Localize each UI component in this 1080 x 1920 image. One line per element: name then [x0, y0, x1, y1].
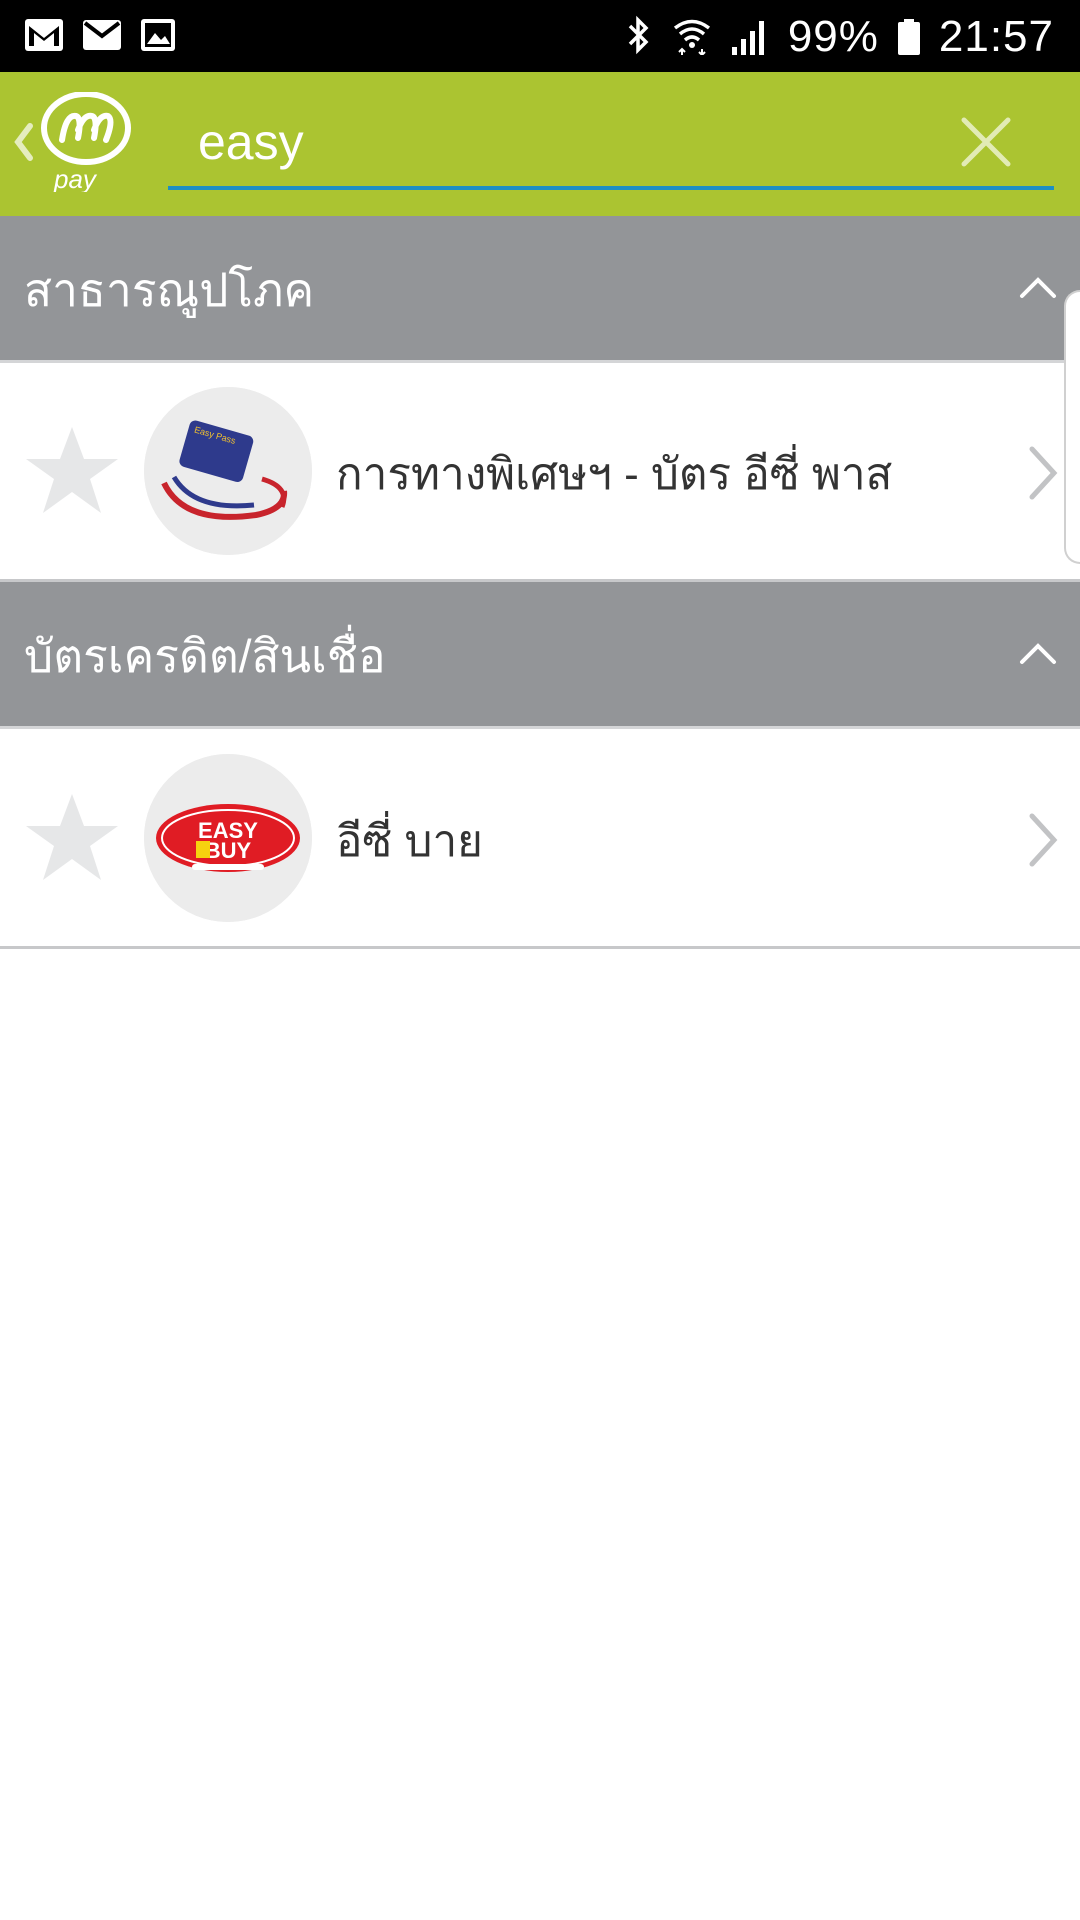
system-status: 99% 21:57	[624, 8, 1054, 66]
easy-buy-logo: EASY BUY	[144, 754, 312, 922]
favorite-star-icon[interactable]	[20, 423, 124, 519]
edge-panel-handle[interactable]	[1064, 290, 1080, 564]
logo-text: pay	[53, 164, 98, 192]
item-label: การทางพิเศษฯ - บัตร อีซี่ พาส	[336, 450, 893, 499]
section-title: สาธารณูปโภค	[24, 264, 315, 316]
notification-icons	[24, 18, 176, 56]
easy-pass-card-icon: Easy Pass	[144, 387, 312, 555]
clear-search-button[interactable]	[958, 114, 1014, 170]
section-title: บัตรเครดิต/สินเชื่อ	[24, 630, 386, 682]
back-chevron-icon[interactable]	[10, 112, 34, 176]
battery-percent: 99%	[787, 12, 879, 61]
section-header-utilities[interactable]: สาธารณูปโภค	[0, 216, 1080, 363]
chevron-up-icon[interactable]	[1018, 634, 1058, 674]
list-item[interactable]: Easy Pass การทางพิเศษฯ - บัตร อีซี่ พาส	[0, 363, 1080, 582]
section-header-credit-cards[interactable]: บัตรเครดิต/สินเชื่อ	[0, 582, 1080, 729]
battery-icon	[897, 19, 921, 55]
bluetooth-icon	[624, 15, 654, 59]
mail-icon	[82, 18, 122, 56]
logo-line2: BUY	[205, 838, 252, 863]
wifi-icon	[672, 15, 712, 59]
search-box[interactable]	[168, 100, 1054, 190]
favorite-star-icon[interactable]	[20, 790, 124, 886]
search-input[interactable]	[196, 106, 900, 178]
chevron-right-icon	[1024, 812, 1060, 868]
list-item[interactable]: EASY BUY อีซี่ บาย	[0, 730, 1080, 949]
gmail-icon	[24, 18, 64, 56]
clock: 21:57	[938, 12, 1054, 61]
chevron-up-icon[interactable]	[1018, 268, 1058, 308]
signal-icon	[730, 15, 770, 59]
item-label: อีซี่ บาย	[336, 817, 483, 866]
gallery-icon	[140, 18, 176, 56]
status-bar: 99% 21:57	[0, 0, 1080, 72]
chevron-right-icon	[1024, 445, 1060, 501]
search-header: pay	[0, 72, 1080, 216]
mpay-logo[interactable]: pay	[40, 91, 132, 194]
